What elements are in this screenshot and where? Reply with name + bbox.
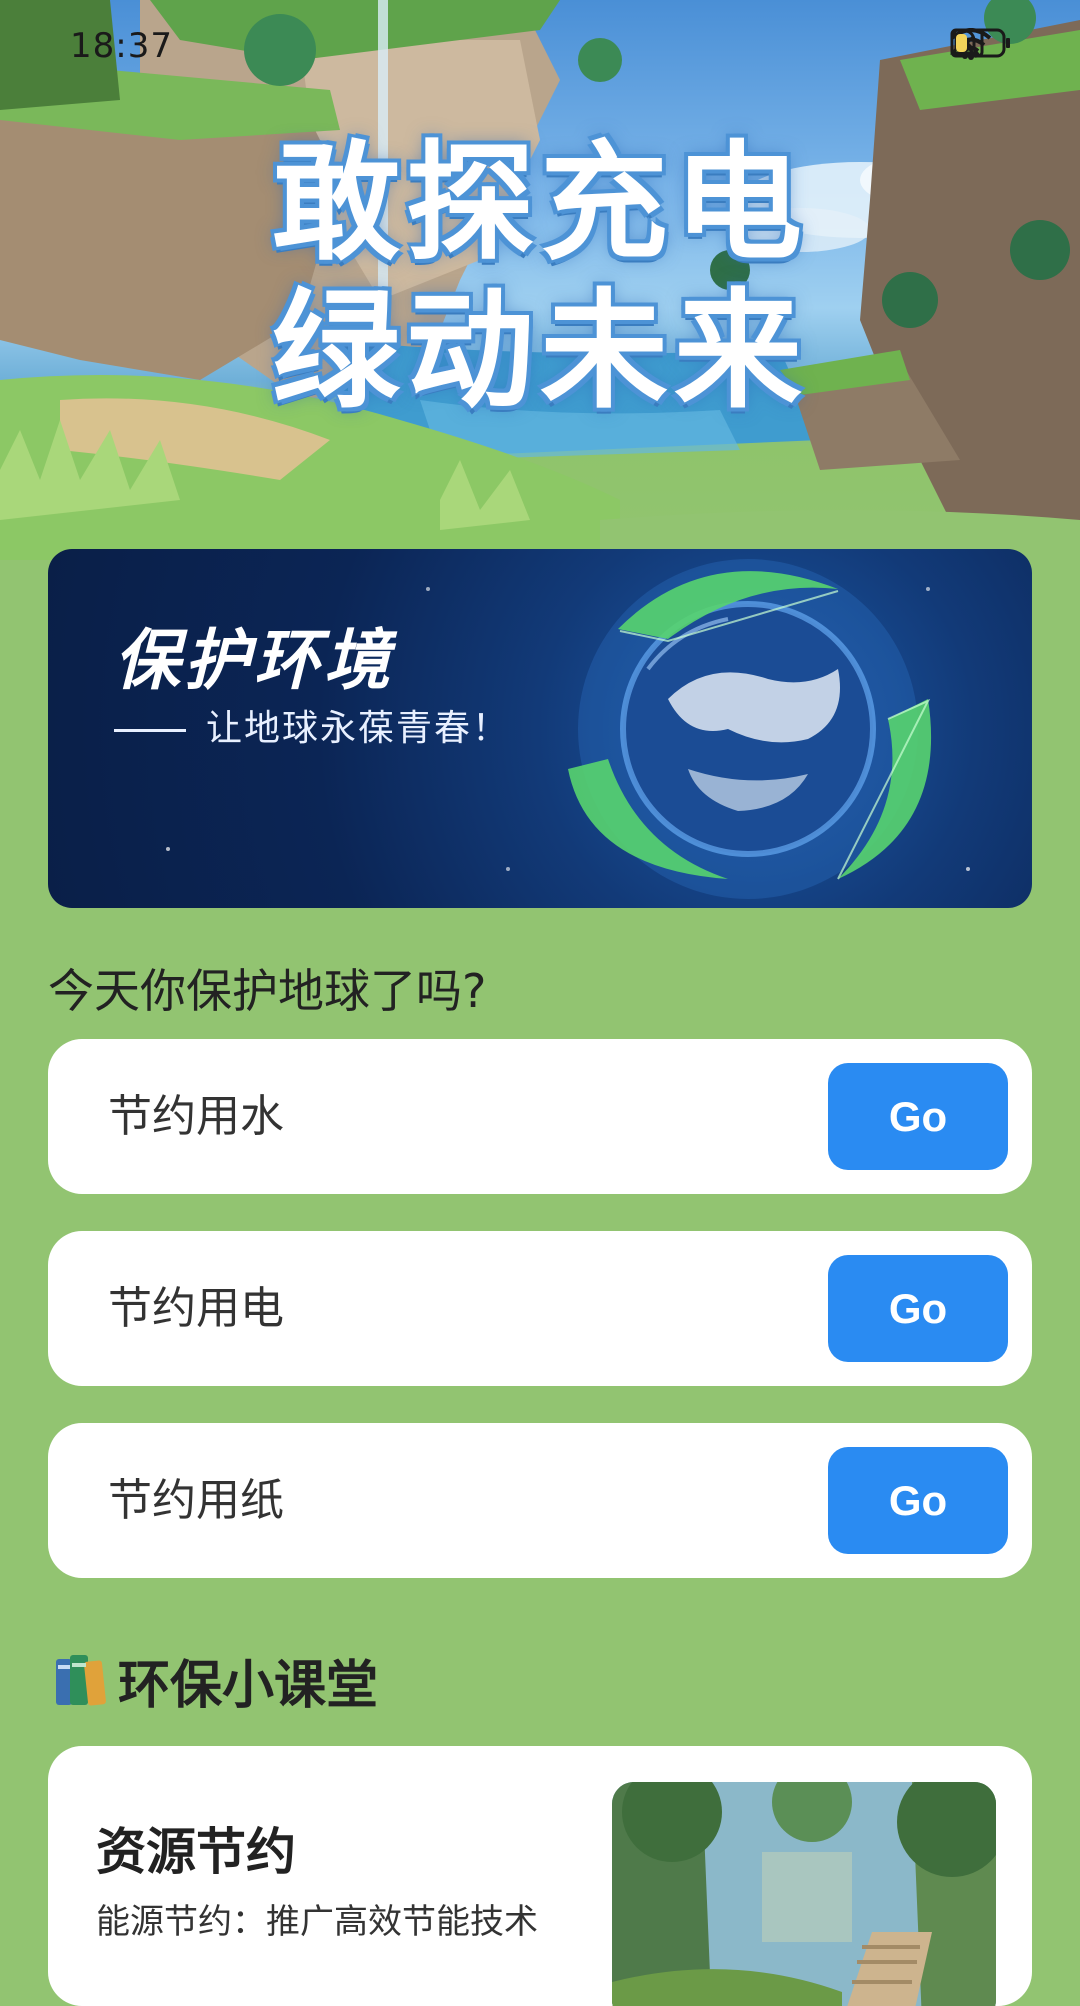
hero-title-line1: 敢探充电: [271, 129, 808, 278]
status-bar: 18:37: [0, 0, 1080, 96]
action-label-save-electricity: 节约用电: [108, 1283, 284, 1334]
action-label-save-water: 节约用水: [108, 1091, 284, 1142]
lesson-thumbnail-art: [612, 1782, 996, 2006]
lesson-card-resource-saving[interactable]: 资源节约 能源节约：推广高效节能技术: [48, 1746, 1032, 2006]
hero-title: 敢探充电 绿动未来: [0, 130, 1080, 426]
banner-subtitle-text: 让地球永葆青春！: [206, 708, 511, 749]
section-title: 环保小课堂: [118, 1655, 379, 1716]
hero-title-line2: 绿动未来: [271, 277, 808, 426]
subtitle-dash: [114, 728, 186, 732]
go-button-save-electricity[interactable]: Go: [828, 1255, 1008, 1362]
action-card-save-paper: 节约用纸 Go: [48, 1423, 1032, 1578]
section-header-eco-class: 环保小课堂: [50, 1645, 379, 1716]
status-time: 18:37: [70, 26, 173, 66]
banner-subtitle: 让地球永葆青春！: [114, 699, 510, 751]
action-card-save-electricity: 节约用电 Go: [48, 1231, 1032, 1386]
hero-banner: 18:37 敢探充电 绿动未来: [0, 0, 1080, 560]
lesson-thumbnail: [612, 1782, 996, 2006]
go-button-save-water[interactable]: Go: [828, 1063, 1008, 1170]
banner-title: 保护环境: [114, 622, 394, 699]
action-card-save-water: 节约用水 Go: [48, 1039, 1032, 1194]
action-label-save-paper: 节约用纸: [108, 1475, 284, 1526]
protect-environment-banner[interactable]: 保护环境 让地球永葆青春！: [48, 549, 1032, 908]
status-icons: [950, 28, 1022, 68]
lesson-title: 资源节约: [96, 1823, 296, 1881]
go-button-save-paper[interactable]: Go: [828, 1447, 1008, 1554]
lesson-description: 能源节约：推广高效节能技术: [96, 1902, 538, 1942]
books-icon: [56, 1655, 106, 1706]
daily-question: 今天你保护地球了吗?: [48, 964, 487, 1018]
